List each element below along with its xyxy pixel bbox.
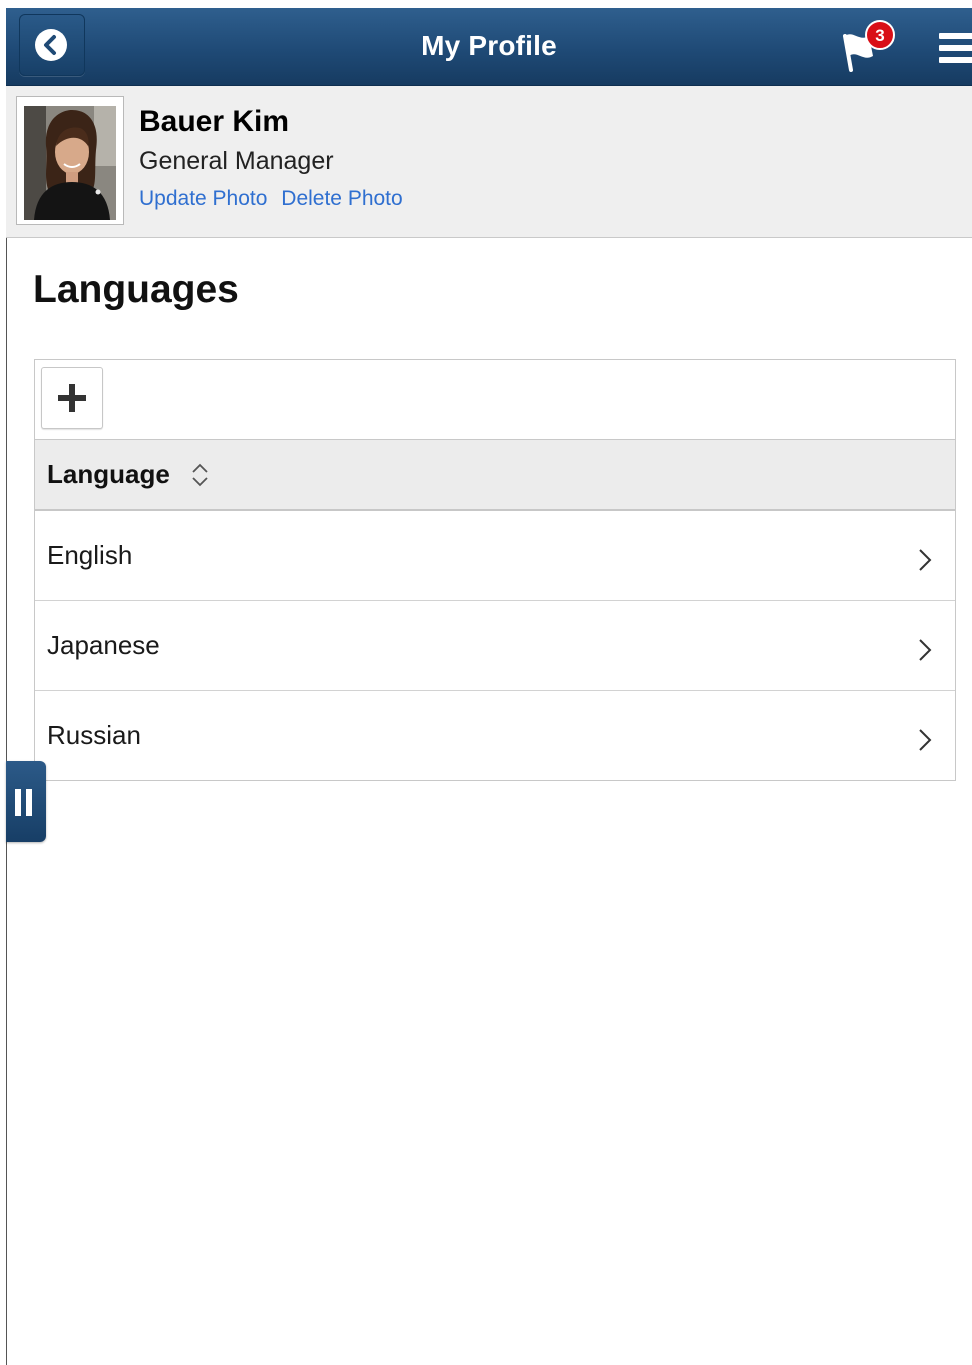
pause-bars-icon [26, 789, 32, 816]
delete-photo-link[interactable]: Delete Photo [281, 187, 402, 210]
language-row-label: Japanese [47, 630, 160, 660]
grid-column-header[interactable]: Language [35, 440, 955, 511]
notification-count-badge: 3 [865, 20, 895, 50]
languages-grid: Language English Japanese Russian [34, 359, 956, 781]
language-row[interactable]: Japanese [35, 601, 955, 691]
header-bar: My Profile 3 [6, 8, 972, 86]
update-photo-link[interactable]: Update Photo [139, 187, 267, 210]
chevron-right-icon [919, 639, 932, 661]
photo-links: Update Photo Delete Photo [139, 187, 411, 211]
plus-icon [58, 384, 86, 412]
side-panel-toggle-button[interactable] [6, 761, 46, 842]
sort-icon[interactable] [189, 462, 211, 488]
profile-name: Bauer Kim [139, 105, 290, 138]
language-column-label: Language [47, 459, 170, 489]
pause-bars-icon [15, 789, 21, 816]
language-row-label: Russian [47, 720, 141, 750]
profile-photo-frame [16, 96, 124, 225]
language-row[interactable]: Russian [35, 691, 955, 780]
hamburger-menu-icon[interactable] [939, 33, 972, 71]
page-header-title: My Profile [421, 30, 557, 61]
profile-job-title: General Manager [139, 147, 334, 175]
grid-toolbar [35, 360, 955, 440]
profile-summary: Bauer Kim General Manager Update Photo D… [6, 86, 972, 238]
add-row-button[interactable] [41, 367, 103, 429]
language-row-label: English [47, 540, 133, 570]
profile-photo [24, 106, 116, 220]
language-row[interactable]: English [35, 511, 955, 601]
chevron-right-icon [919, 549, 932, 571]
chevron-right-icon [919, 729, 932, 751]
page-title: Languages [33, 268, 239, 311]
